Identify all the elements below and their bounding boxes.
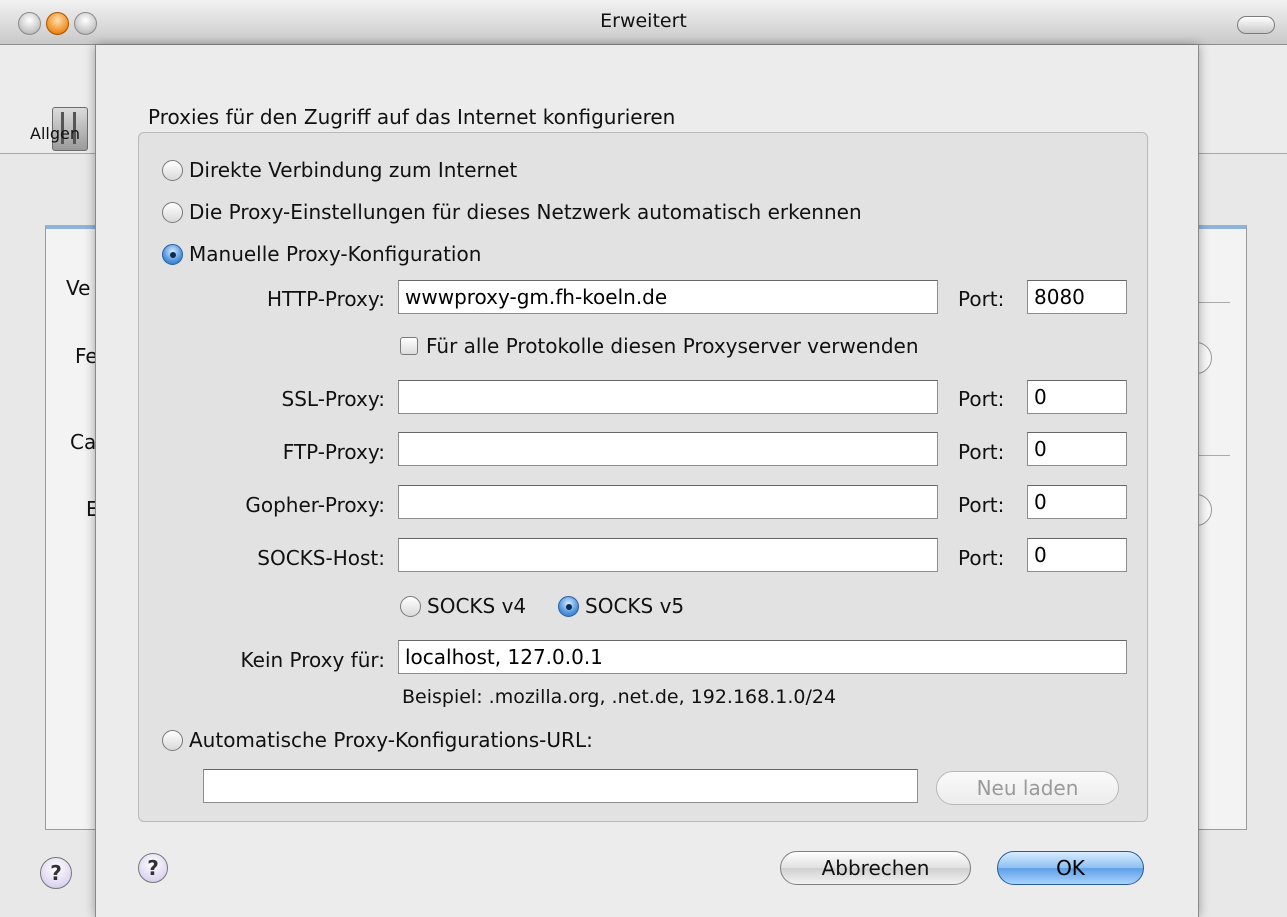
divider: [1196, 302, 1230, 303]
http-port-label: Port:: [958, 287, 1005, 311]
same-proxy-label: Für alle Protokolle diesen Proxyserver v…: [426, 334, 919, 358]
ok-button[interactable]: OK: [997, 851, 1144, 885]
reload-button[interactable]: Neu laden: [936, 771, 1119, 805]
socks-v4-option[interactable]: SOCKS v4: [400, 594, 526, 618]
auto-config-url-input[interactable]: [203, 769, 918, 803]
ftp-proxy-label: FTP-Proxy:: [282, 440, 385, 464]
cancel-button[interactable]: Abbrechen: [780, 851, 971, 885]
auto-config-url-label: Automatische Proxy-Konfigurations-URL:: [189, 728, 593, 752]
http-proxy-input[interactable]: wwwproxy-gm.fh-koeln.de: [398, 280, 938, 314]
no-proxy-label: Kein Proxy für:: [240, 648, 385, 672]
help-button[interactable]: ?: [138, 853, 168, 883]
socks-v4-label: SOCKS v4: [427, 594, 527, 618]
socks-port-input[interactable]: 0: [1027, 538, 1127, 572]
toolbar-item-label[interactable]: Allgen: [30, 124, 80, 143]
no-proxy-input[interactable]: localhost, 127.0.0.1: [398, 640, 1127, 674]
background-label: Ve: [66, 276, 91, 300]
ssl-proxy-input[interactable]: [398, 380, 938, 414]
http-port-input[interactable]: 8080: [1027, 280, 1127, 314]
ftp-port-input[interactable]: 0: [1027, 432, 1127, 466]
ssl-port-label: Port:: [958, 387, 1005, 411]
gopher-port-input[interactable]: 0: [1027, 485, 1127, 519]
ftp-proxy-input[interactable]: [398, 432, 938, 466]
same-proxy-option[interactable]: Für alle Protokolle diesen Proxyserver v…: [400, 334, 919, 358]
radio-button[interactable]: [162, 729, 183, 751]
socks-v5-label: SOCKS v5: [585, 594, 685, 618]
gopher-proxy-label: Gopher-Proxy:: [245, 493, 385, 517]
auto-config-url-option[interactable]: Automatische Proxy-Konfigurations-URL:: [162, 728, 593, 752]
manual-proxy-label: Manuelle Proxy-Konfiguration: [189, 242, 482, 266]
manual-proxy-option[interactable]: Manuelle Proxy-Konfiguration: [162, 242, 481, 266]
radio-button-selected[interactable]: [558, 595, 579, 617]
auto-detect-label: Die Proxy-Einstellungen für dieses Netzw…: [189, 200, 862, 224]
direct-connection-option[interactable]: Direkte Verbindung zum Internet: [162, 158, 517, 182]
radio-button[interactable]: [162, 159, 183, 181]
socks-host-label: SOCKS-Host:: [257, 546, 385, 570]
background-help-button[interactable]: ?: [40, 857, 72, 889]
window-title: Erweitert: [600, 10, 687, 32]
background-label: Ca: [70, 430, 97, 454]
divider: [1196, 455, 1230, 456]
same-proxy-checkbox[interactable]: [400, 337, 418, 355]
radio-button[interactable]: [162, 201, 183, 223]
http-proxy-label: HTTP-Proxy:: [266, 287, 385, 311]
toolbar-toggle-button[interactable]: [1237, 16, 1275, 34]
dialog-heading: Proxies für den Zugriff auf das Internet…: [148, 105, 676, 129]
no-proxy-hint: Beispiel: .mozilla.org, .net.de, 192.168…: [402, 686, 837, 708]
radio-button-selected[interactable]: [162, 243, 183, 265]
ftp-port-label: Port:: [958, 440, 1005, 464]
gopher-proxy-input[interactable]: [398, 485, 938, 519]
proxy-options-group: [138, 132, 1148, 822]
socks-port-label: Port:: [958, 546, 1005, 570]
auto-detect-option[interactable]: Die Proxy-Einstellungen für dieses Netzw…: [162, 200, 862, 224]
ssl-proxy-label: SSL-Proxy:: [281, 387, 385, 411]
title-bar: Erweitert: [0, 0, 1287, 45]
direct-connection-label: Direkte Verbindung zum Internet: [189, 158, 518, 182]
socks-v5-option[interactable]: SOCKS v5: [558, 594, 684, 618]
socks-host-input[interactable]: [398, 538, 938, 572]
radio-button[interactable]: [400, 595, 421, 617]
ssl-port-input[interactable]: 0: [1027, 380, 1127, 414]
gopher-port-label: Port:: [958, 493, 1005, 517]
